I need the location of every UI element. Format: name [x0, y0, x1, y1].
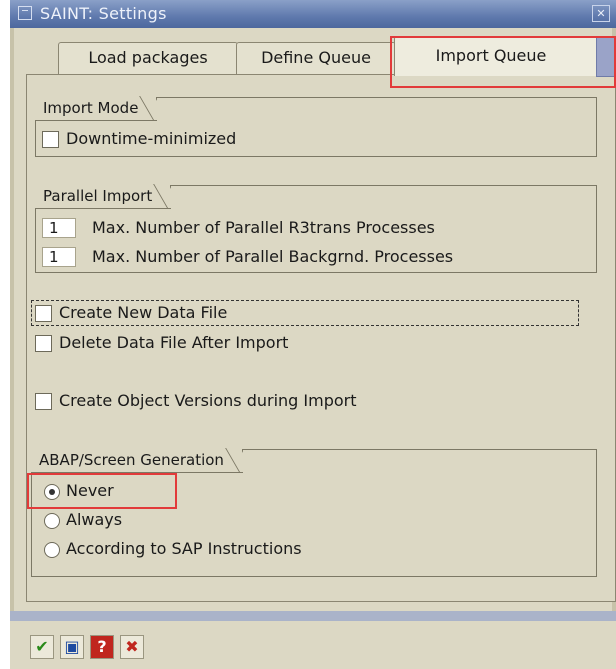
import-mode-group: Import Mode Downtime-minimized — [35, 97, 597, 157]
r3trans-processes-input[interactable]: 1 — [42, 218, 76, 238]
delete-data-file-label: Delete Data File After Import — [59, 333, 289, 352]
settings-window: SAINT: Settings ✕ Load packages Define Q… — [10, 0, 616, 669]
tab-load-packages[interactable]: Load packages — [58, 42, 238, 74]
r3trans-processes-label: Max. Number of Parallel R3trans Processe… — [92, 218, 435, 237]
sap-instructions-radio[interactable] — [44, 542, 60, 558]
tab-define-queue-label: Define Queue — [261, 48, 371, 67]
always-label: Always — [66, 510, 123, 529]
create-data-file-label: Create New Data File — [59, 303, 228, 322]
bottom-toolbar: ✔ ▣ ? ✖ — [10, 611, 616, 669]
generation-group: ABAP/Screen Generation Never Always Acco… — [31, 449, 597, 577]
backgrnd-processes-label: Max. Number of Parallel Backgrnd. Proces… — [92, 247, 454, 266]
import-mode-title: Import Mode — [35, 97, 158, 121]
create-data-file-checkbox[interactable] — [35, 305, 52, 322]
window-menu-icon[interactable] — [18, 6, 32, 20]
title-bar: SAINT: Settings ✕ — [10, 0, 616, 28]
help-icon[interactable]: ? — [90, 635, 114, 659]
window-title: SAINT: Settings — [40, 4, 167, 23]
cancel-icon[interactable]: ✖ — [120, 635, 144, 659]
import-queue-panel: Import Mode Downtime-minimized Parallel … — [26, 74, 616, 602]
tab-load-packages-label: Load packages — [88, 48, 208, 67]
generation-title-text: ABAP/Screen Generation — [39, 451, 224, 469]
checkmark-icon[interactable]: ✔ — [30, 635, 54, 659]
tab-define-queue[interactable]: Define Queue — [236, 42, 396, 74]
sap-instructions-label: According to SAP Instructions — [66, 539, 302, 558]
generation-title: ABAP/Screen Generation — [31, 449, 243, 473]
window-frame-left — [10, 28, 14, 611]
create-object-versions-label: Create Object Versions during Import — [59, 391, 357, 410]
highlight-import-queue-tab — [390, 36, 616, 88]
parallel-import-title-text: Parallel Import — [43, 187, 153, 205]
always-radio[interactable] — [44, 513, 60, 529]
parallel-import-group: Parallel Import 1 Max. Number of Paralle… — [35, 185, 597, 273]
downtime-minimized-checkbox[interactable] — [42, 131, 59, 148]
create-object-versions-checkbox[interactable] — [35, 393, 52, 410]
highlight-never-option — [27, 473, 177, 509]
backgrnd-processes-input[interactable]: 1 — [42, 247, 76, 267]
parallel-import-title: Parallel Import — [35, 185, 172, 209]
save-icon[interactable]: ▣ — [60, 635, 84, 659]
delete-data-file-checkbox[interactable] — [35, 335, 52, 352]
downtime-minimized-label: Downtime-minimized — [66, 129, 237, 148]
close-button[interactable]: ✕ — [592, 5, 610, 22]
import-mode-title-text: Import Mode — [43, 99, 139, 117]
